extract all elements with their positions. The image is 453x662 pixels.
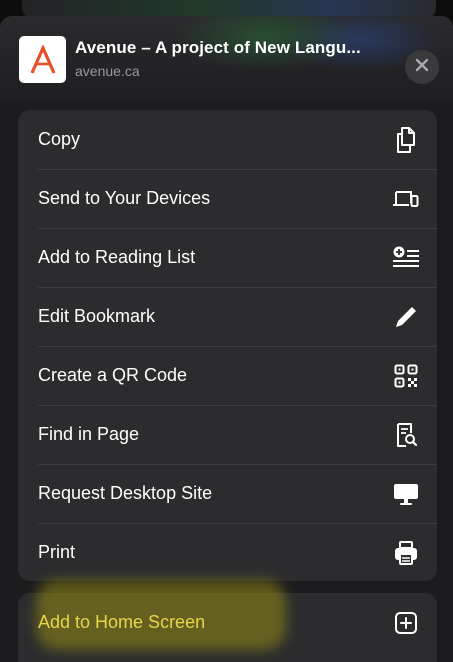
menu-item-reading-list[interactable]: Add to Reading List (18, 228, 437, 287)
reading-list-icon (392, 244, 420, 272)
menu-item-copy[interactable]: Copy (18, 110, 437, 169)
plus-square-icon (392, 609, 420, 637)
qr-code-icon (392, 362, 420, 390)
menu-item-label: Find in Page (38, 424, 140, 444)
close-button[interactable] (405, 50, 439, 84)
menu-item-send-to-devices[interactable]: Send to Your Devices (18, 169, 437, 228)
copy-icon (392, 126, 420, 154)
menu-item-print[interactable]: Print (18, 523, 437, 581)
desktop-icon (392, 480, 420, 508)
menu-item-find-in-page[interactable]: Find in Page (18, 405, 437, 464)
site-url: avenue.ca (75, 63, 140, 79)
action-menu: Copy Send to Your Devices Add to Reading… (18, 110, 437, 581)
close-icon (415, 58, 429, 77)
menu-item-label: Request Desktop Site (38, 483, 213, 503)
menu-item-label: Create a QR Code (38, 365, 188, 385)
avenue-logo-icon (19, 36, 66, 83)
menu-item-edit-bookmark[interactable]: Edit Bookmark (18, 287, 437, 346)
printer-icon (392, 539, 420, 567)
menu-item-label: Add to Reading List (38, 247, 196, 267)
pencil-icon (392, 303, 420, 331)
menu-item-label: Send to Your Devices (38, 188, 211, 208)
devices-icon (392, 185, 420, 213)
find-in-page-icon (392, 421, 420, 449)
share-sheet-header: Avenue – A project of New Langu... avenu… (0, 16, 453, 102)
menu-item-label: Copy (38, 129, 81, 149)
menu-item-label: Print (38, 542, 76, 562)
site-title: Avenue – A project of New Langu... (75, 38, 361, 57)
menu-item-request-desktop-site[interactable]: Request Desktop Site (18, 464, 437, 523)
menu-item-label: Add to Home Screen (38, 612, 206, 632)
menu-item-label: Edit Bookmark (38, 306, 156, 326)
menu-item-create-qr-code[interactable]: Create a QR Code (18, 346, 437, 405)
